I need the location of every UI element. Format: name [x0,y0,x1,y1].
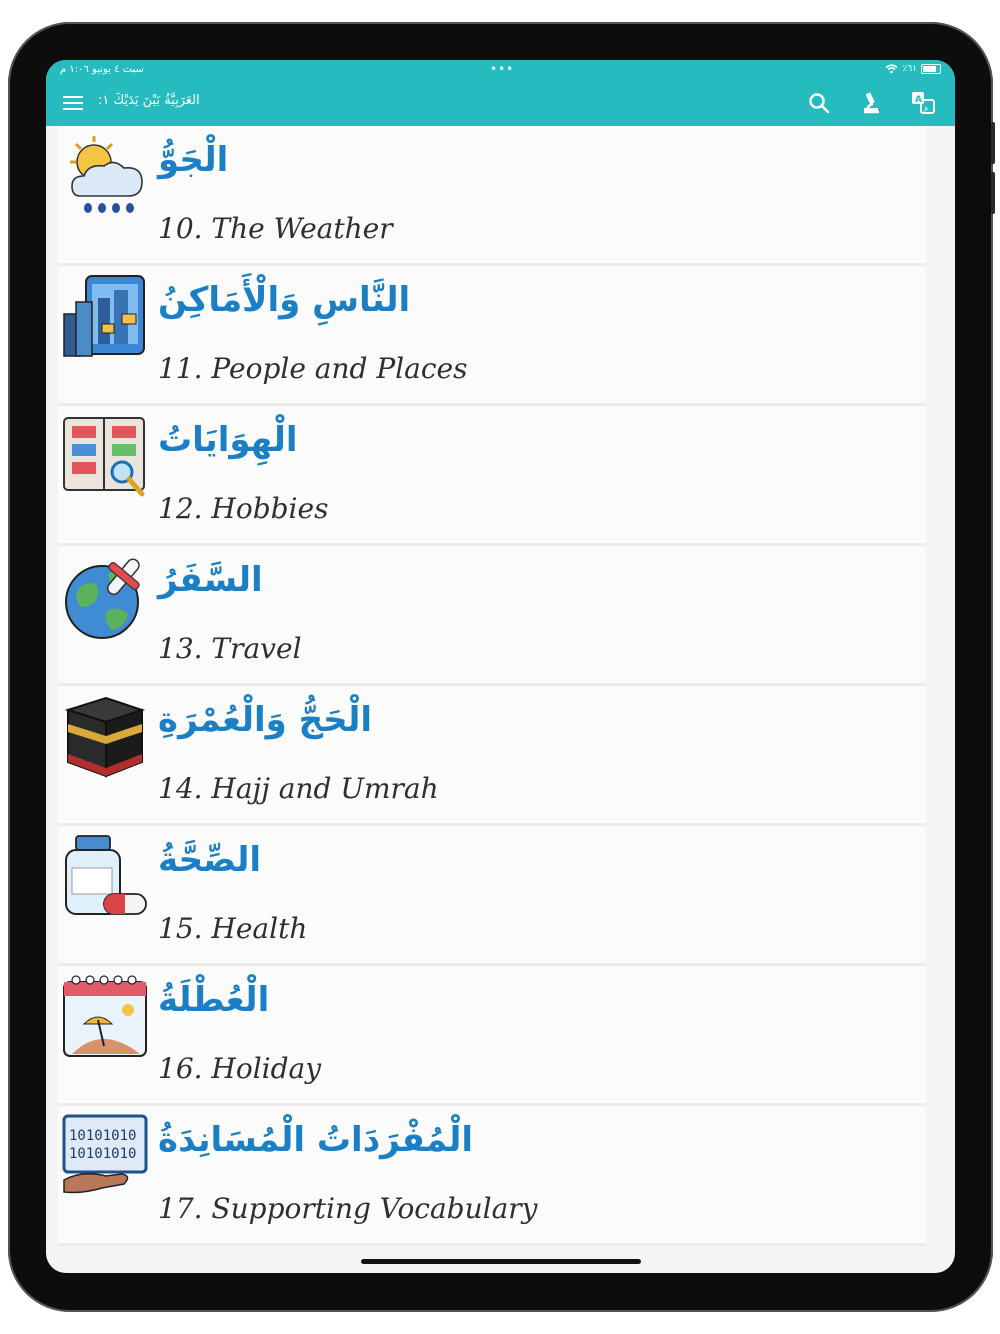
lesson-english-title: 17. Supporting Vocabulary [158,1192,538,1225]
wifi-icon [885,64,898,74]
battery-icon [921,64,941,74]
svg-text:ع: ع [924,104,929,113]
weather-icon [70,136,143,213]
kaaba-icon [64,696,146,778]
city-icon [63,275,145,357]
lesson-arabic-title: الْعُطْلَةُ [158,980,270,1020]
lesson-english-title: 10. The Weather [158,212,393,245]
lesson-arabic-title: الْحَجُّ وَالْعُمْرَةِ [158,700,373,740]
lesson-english-title: 11. People and Places [158,352,468,385]
globe-plane-icon [65,558,140,639]
status-indicators: ٪٦١ [885,64,941,74]
lesson-english-title: 15. Health [158,912,308,945]
microscope-icon[interactable] [858,90,884,116]
svg-text:10101010: 10101010 [69,1146,136,1162]
menu-icon[interactable] [63,96,83,110]
multitask-dots[interactable]: ••• [490,62,514,76]
svg-text:10101010: 10101010 [69,1128,136,1144]
lesson-arabic-title: الْهِوَايَاتُ [158,420,298,460]
lesson-english-title: 12. Hobbies [158,492,329,525]
search-icon[interactable] [806,90,832,116]
app-screen: سبت ٤ يونيو ١:٠٦ م ••• ٪٦١ العَرَبِيَّةُ… [46,60,955,1273]
status-time: سبت ٤ يونيو ١:٠٦ م [60,64,144,75]
lesson-row-holiday[interactable]: الْعُطْلَةُ 16. Holiday [58,966,926,1106]
lesson-arabic-title: النَّاسِ وَالْأَمَاكِنُ [158,280,411,320]
lesson-row-hajj-umrah[interactable]: الْحَجُّ وَالْعُمْرَةِ 14. Hajj and Umra… [58,686,926,826]
lesson-english-title: 13. Travel [158,632,302,665]
lesson-row-people-places[interactable]: النَّاسِ وَالْأَمَاكِنُ 11. People and P… [58,266,926,406]
volume-button [991,172,995,214]
hobbies-book-icon [63,417,145,497]
app-title: العَرَبِيَّةُ بَيْنَ يَدَيْكَ ١: [98,93,200,108]
volume-button [991,122,995,164]
lesson-english-title: 16. Holiday [158,1052,322,1085]
home-indicator[interactable] [361,1259,641,1264]
svg-text:A: A [915,95,922,105]
toolbar: سبت ٤ يونيو ١:٠٦ م ••• ٪٦١ العَرَبِيَّةُ… [46,60,955,126]
lesson-arabic-title: الْجَوُّ [158,140,229,180]
calendar-beach-icon [63,975,147,1057]
binary-hand-icon: 10101010 10101010 [62,1114,148,1194]
lesson-arabic-title: الصِّحَّةُ [158,840,262,880]
lesson-row-supporting-vocabulary[interactable]: 10101010 10101010 الْمُفْرَدَاتُ الْمُسَ… [58,1106,926,1246]
lesson-english-title: 14. Hajj and Umrah [158,772,439,805]
lesson-row-weather[interactable]: الْجَوُّ 10. The Weather [58,126,926,266]
lesson-row-health[interactable]: الصِّحَّةُ 15. Health [58,826,926,966]
lesson-arabic-title: الْمُفْرَدَاتُ الْمُسَانِدَةُ [158,1120,473,1160]
lesson-row-hobbies[interactable]: الْهِوَايَاتُ 12. Hobbies [58,406,926,546]
lesson-arabic-title: السَّفَرُ [158,560,263,600]
lesson-list: الْجَوُّ 10. The Weather النَّاسِ وَالْأ… [58,126,926,1246]
translate-icon[interactable]: A ع [910,90,936,116]
lesson-row-travel[interactable]: السَّفَرُ 13. Travel [58,546,926,686]
medicine-icon [65,835,147,915]
battery-percent: ٪٦١ [902,64,917,74]
